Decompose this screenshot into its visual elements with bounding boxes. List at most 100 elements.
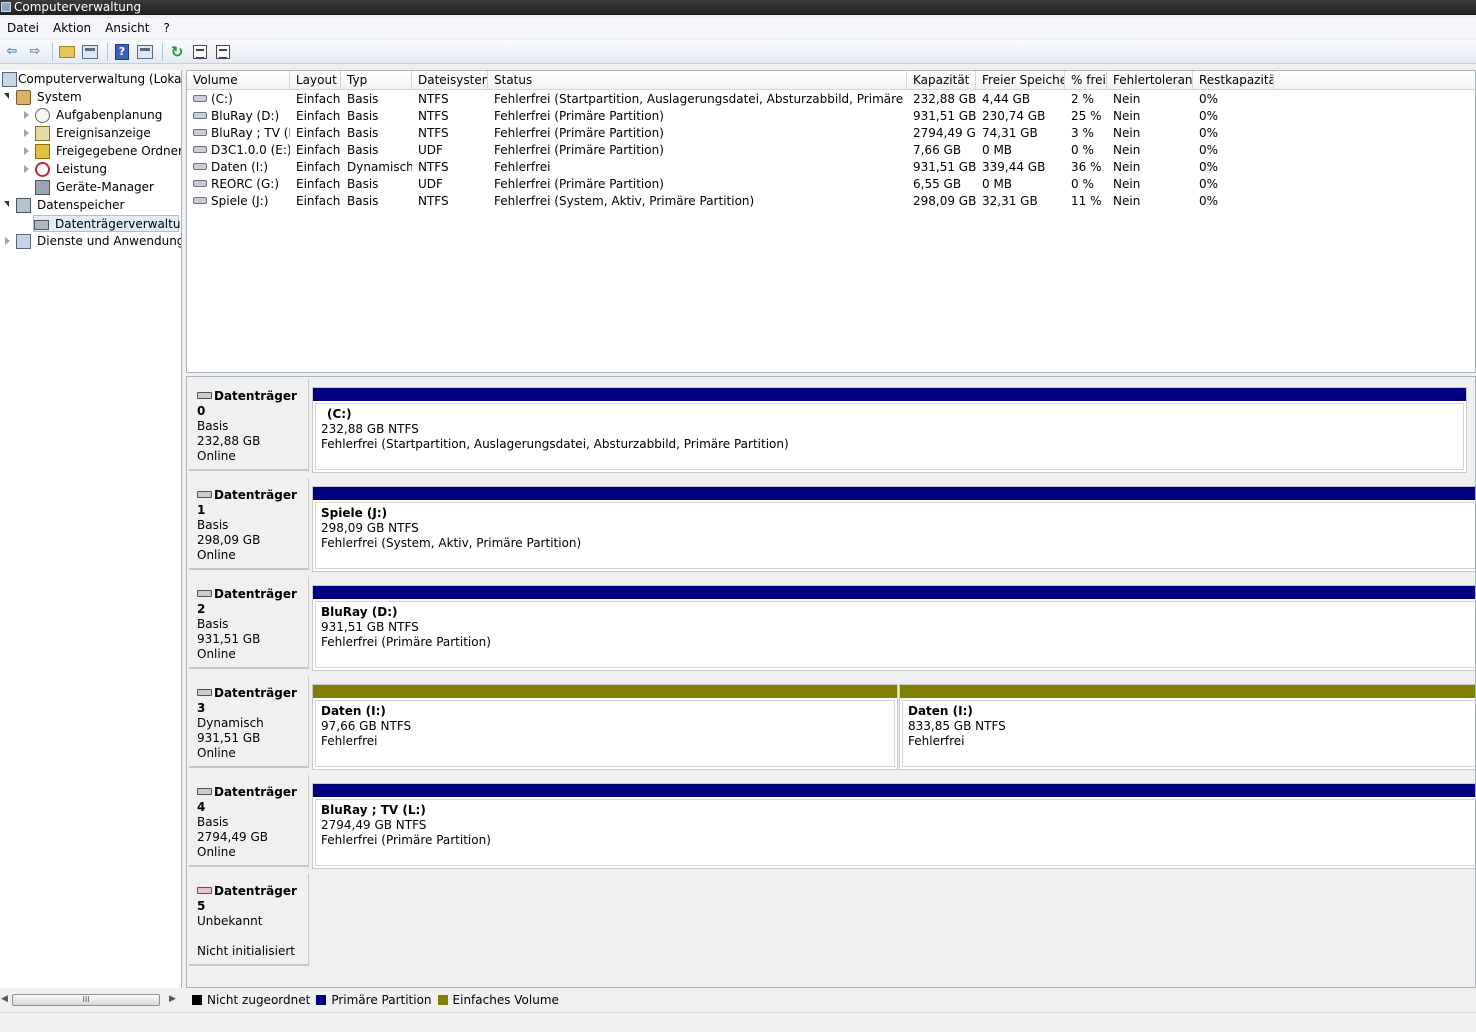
refresh-icon: ↻ [170,42,184,61]
disk-info[interactable]: Datenträger 1 Basis 298,09 GB Online [189,478,309,570]
disk-row: Datenträger 5 Unbekannt Nicht initialisier… [187,872,1475,969]
drive-icon [193,95,207,102]
collapse-arrow-icon[interactable] [24,129,29,137]
export-button[interactable] [213,42,233,62]
expand-arrow-icon[interactable] [4,201,9,207]
scroll-thumb[interactable]: III [12,994,160,1006]
cell-text: 74,31 GB [982,126,1038,140]
menu-help[interactable]: ? [156,21,176,35]
tree-horizontal-scrollbar[interactable]: ◀ III ▶ [0,992,182,1009]
tree-item-freigegebene-ordner[interactable]: Freigegebene Ordner [2,143,181,160]
cell-typ: Basis [341,108,412,125]
cell-fehlertoleranz: Nein [1107,193,1193,210]
disk-info[interactable]: Datenträger 3 Dynamisch 931,51 GB Online [189,676,309,768]
collapse-arrow-icon[interactable] [5,237,10,245]
menu-bar: Datei Aktion Ansicht ? [0,18,1476,38]
tree-item-dienste[interactable]: Dienste und Anwendungen [2,233,181,250]
expand-arrow-icon[interactable] [4,93,9,99]
table-row[interactable]: (C:) Einfach Basis NTFS Fehlerfrei (Startpar… [187,91,1475,108]
cell-text: Einfach [296,109,341,123]
show-hide-pane-button[interactable] [135,42,155,62]
scroll-left-icon[interactable]: ◀ [1,994,8,1004]
table-row[interactable]: BluRay ; TV (L:) Einfach Basis NTFS Fehlerfr… [187,125,1475,142]
col-typ[interactable]: Typ [341,71,412,90]
cell-text: REORC (G:) [211,177,280,191]
col-layout[interactable]: Layout [290,71,341,90]
partition-block[interactable]: BluRay ; TV (L:) 2794,49 GB NTFS Fehlerfre… [312,783,1475,869]
back-button[interactable]: ⇦ [2,42,22,62]
table-row[interactable]: Spiele (J:) Einfach Basis NTFS Fehlerfrei (S… [187,193,1475,210]
properties-button[interactable] [190,42,210,62]
menu-aktion[interactable]: Aktion [46,21,98,35]
col-kapazitaet[interactable]: Kapazität [907,71,976,90]
col-freier-speicher[interactable]: Freier Speicher [976,71,1065,90]
disk-info[interactable]: Datenträger 0 Basis 232,88 GB Online [189,379,309,471]
col-fehlertoleranz[interactable]: Fehlertoleranz [1107,71,1193,90]
cell-layout: Einfach [290,193,341,210]
tree-item-aufgabenplanung[interactable]: Aufgabenplanung [2,107,180,124]
table-row[interactable]: D3C1.0.0 (E:) Einfach Basis UDF Fehlerfrei (… [187,142,1475,159]
partition-block[interactable]: Spiele (J:) 298,09 GB NTFS Fehlerfrei (Sys… [312,486,1475,572]
cell-fehlertoleranz: Nein [1107,159,1193,176]
table-row[interactable]: BluRay (D:) Einfach Basis NTFS Fehlerfrei (P… [187,108,1475,125]
cell-kapazitaet: 298,09 GB [907,193,976,210]
menu-datei[interactable]: Datei [0,21,46,35]
partition-block[interactable]: Daten (I:) 97,66 GB NTFS Fehlerfrei [312,684,898,770]
disk-name: Datenträger 5 [197,884,308,914]
cell-text: NTFS [418,194,449,208]
collapse-arrow-icon[interactable] [24,147,29,155]
disk-size: 931,51 GB [197,632,308,647]
col-dateisystem[interactable]: Dateisystem [412,71,488,90]
partition-size: 931,51 GB NTFS [321,620,419,634]
table-row[interactable]: Daten (I:) Einfach Dynamisch NTFS Fehlerfrei… [187,159,1475,176]
drive-icon [193,163,207,170]
collapse-arrow-icon[interactable] [24,111,29,119]
tree-item-leistung[interactable]: Leistung [2,161,180,178]
cell-text: Nein [1113,160,1141,174]
collapse-arrow-icon[interactable] [24,165,29,173]
tree-item-datenspeicher[interactable]: Datenspeicher [2,197,180,214]
simple-volume-bar [900,685,1475,698]
cell-freier-speicher: 4,44 GB [976,91,1065,108]
scroll-right-icon[interactable]: ▶ [169,994,176,1004]
col-restkapazitaet[interactable]: Restkapazität [1193,71,1274,90]
cell-text: NTFS [418,92,449,106]
col-prozent-frei[interactable]: % frei [1065,71,1107,90]
tree-item-root[interactable]: Computerverwaltung (Lokal) [2,71,181,88]
disk-info[interactable]: Datenträger 5 Unbekannt Nicht initialisier… [189,874,309,966]
cell-status: Fehlerfrei (Primäre Partition) [488,125,907,142]
cell-typ: Basis [341,142,412,159]
disk-info[interactable]: Datenträger 2 Basis 931,51 GB Online [189,577,309,669]
cell-restkapazitaet: 0% [1193,91,1274,108]
disk-state: Online [197,548,308,563]
tree-item-geraete-manager[interactable]: Geräte-Manager [2,179,180,196]
primary-partition-bar [313,487,1475,500]
cell-text: 0% [1199,126,1219,140]
cell-text: Fehlerfrei (Primäre Partition) [494,126,664,140]
cell-prozent-frei: 0 % [1065,176,1107,193]
cell-layout: Einfach [290,125,341,142]
col-status[interactable]: Status [488,71,907,90]
help-button[interactable]: ? [112,42,132,62]
tree-item-datentraegerverwaltung[interactable]: Datenträgerverwaltung [33,215,181,232]
forward-button[interactable]: ⇨ [25,42,45,62]
tree-item-ereignisanzeige[interactable]: Ereignisanzeige [2,125,180,142]
disk-info[interactable]: Datenträger 4 Basis 2794,49 GB Online [189,775,309,867]
table-row[interactable]: REORC (G:) Einfach Basis UDF Fehlerfrei (Pri… [187,176,1475,193]
console-tree-button[interactable] [80,42,100,62]
partition-block[interactable]: Daten (I:) 833,85 GB NTFS Fehlerfrei [899,684,1475,770]
cell-text: Fehlerfrei (Startpartition, Auslagerungs… [494,92,907,106]
tree-item-system[interactable]: System [2,89,180,106]
col-volume[interactable]: Volume [187,71,290,90]
cell-prozent-frei: 25 % [1065,108,1107,125]
partition-block[interactable]: (C:) 232,88 GB NTFS Fehlerfrei (Startparti… [312,387,1467,473]
disk-management-icon [34,220,49,230]
menu-ansicht[interactable]: Ansicht [98,21,156,35]
cell-text: 4,44 GB [982,92,1031,106]
drive-icon [193,180,207,187]
cell-volume: (C:) [187,91,290,108]
cell-restkapazitaet: 0% [1193,125,1274,142]
partition-block[interactable]: BluRay (D:) 931,51 GB NTFS Fehlerfrei (Pri… [312,585,1475,671]
up-button[interactable] [57,42,77,62]
refresh-button[interactable]: ↻ [167,42,187,62]
